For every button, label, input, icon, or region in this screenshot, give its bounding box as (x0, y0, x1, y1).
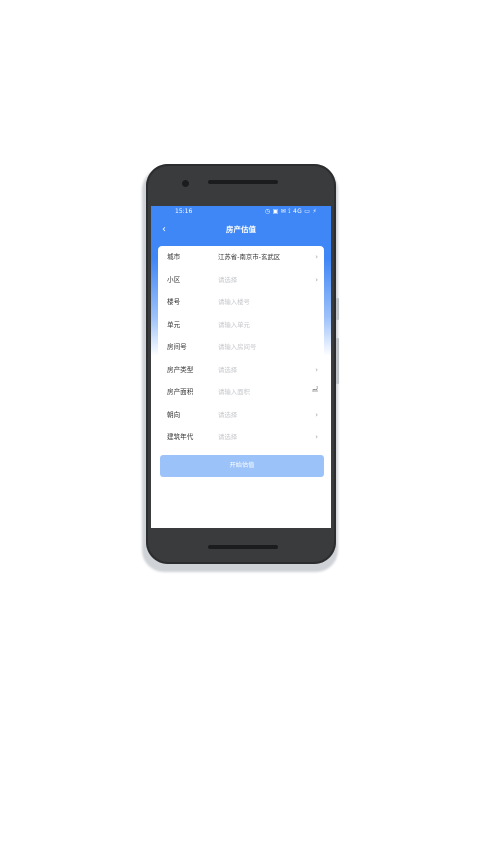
form-row-input[interactable]: 请输入面积 (218, 381, 250, 403)
status-bar: 15:16 ◷ ▣ ✉ ⟟ 4G ▭ ⚡ (151, 206, 331, 218)
phone-speaker-bottom (208, 545, 278, 549)
page-title: 房产估值 (226, 225, 256, 234)
form-row-label: 建筑年代 (167, 433, 194, 441)
start-valuation-button[interactable]: 开始估值 (160, 455, 324, 477)
form-row-input[interactable]: 请选择 (218, 359, 237, 381)
form-row[interactable]: 建筑年代 请选择 › (158, 426, 324, 448)
form-row-label: 城市 (167, 253, 181, 261)
form-row-label: 小区 (167, 275, 181, 284)
chevron-right-icon: › (315, 275, 318, 284)
form-row-label: 朝向 (167, 410, 181, 419)
app-screen: 15:16 ◷ ▣ ✉ ⟟ 4G ▭ ⚡ ‹ 房产估值 城市 江苏省-南京市-玄武… (151, 206, 331, 528)
form-row[interactable]: 房间号 请输入房间号 (158, 336, 324, 358)
form-row[interactable]: 城市 江苏省-南京市-玄武区 › (158, 246, 324, 268)
valuation-form: 城市 江苏省-南京市-玄武区 › 小区 请选择 › 楼号 请输入楼号 单元 请输入单元 房间号 请输入… (158, 246, 324, 528)
phone-frame: 15:16 ◷ ▣ ✉ ⟟ 4G ▭ ⚡ ‹ 房产估值 城市 江苏省-南京市-玄武… (146, 164, 336, 564)
form-row-label: 房产面积 (167, 388, 194, 396)
nav-bar: ‹ 房产估值 (151, 220, 331, 242)
phone-speaker (208, 180, 278, 184)
chevron-right-icon: › (315, 410, 318, 419)
form-row-label: 房间号 (167, 343, 187, 351)
chevron-right-icon: › (315, 433, 318, 441)
status-time: 15:16 (175, 208, 193, 215)
form-row-label: 单元 (167, 320, 181, 329)
unit-label: ㎡ (311, 387, 318, 394)
phone-volume-button (336, 338, 339, 384)
form-row-input[interactable]: 请输入单元 (218, 314, 250, 336)
camera-icon (182, 180, 189, 187)
phone-power-button (336, 298, 339, 320)
form-row[interactable]: 房产类型 请选择 › (158, 359, 324, 381)
status-icons: ◷ ▣ ✉ ⟟ 4G ▭ ⚡ (264, 208, 317, 215)
form-row[interactable]: 单元 请输入单元 (158, 314, 324, 336)
form-row-label: 房产类型 (167, 365, 194, 374)
form-row-label: 楼号 (167, 298, 181, 306)
chevron-right-icon: › (315, 253, 318, 261)
form-row-value[interactable]: 江苏省-南京市-玄武区 (218, 246, 280, 268)
form-row-input[interactable]: 请选择 (218, 269, 237, 291)
form-row[interactable]: 朝向 请选择 › (158, 404, 324, 426)
chevron-right-icon: › (315, 365, 318, 374)
form-row-input[interactable]: 请输入房间号 (218, 336, 256, 358)
form-row[interactable]: 楼号 请输入楼号 (158, 291, 324, 313)
form-row[interactable]: 小区 请选择 › (158, 269, 324, 291)
form-row[interactable]: 房产面积 请输入面积 ㎡ (158, 381, 324, 403)
form-row-input[interactable]: 请输入楼号 (218, 291, 250, 313)
form-row-input[interactable]: 请选择 (218, 404, 237, 426)
form-row-input[interactable]: 请选择 (218, 426, 237, 448)
